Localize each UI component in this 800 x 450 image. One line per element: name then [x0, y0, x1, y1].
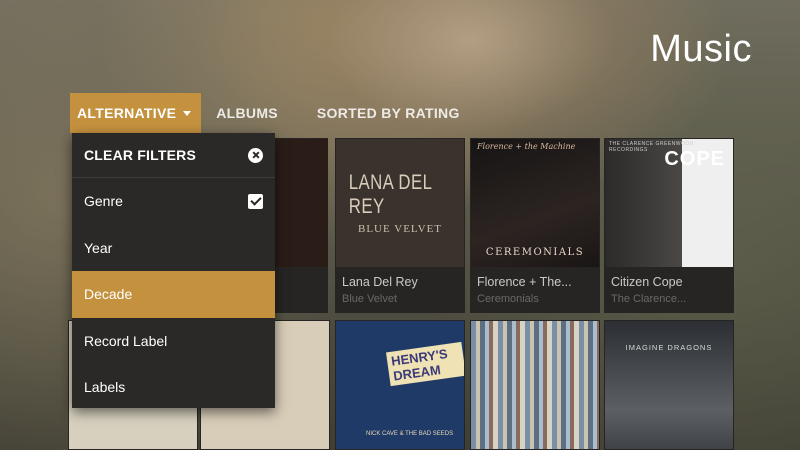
album-cover: IMAGINE DRAGONS — [605, 321, 733, 449]
menu-item-label: Year — [84, 239, 113, 256]
menu-item-label: Labels — [84, 379, 126, 396]
cover-text: BLUE VELVET — [357, 223, 443, 235]
album-card[interactable]: HENRY'S DREAM NICK CAVE & THE BAD SEEDS — [335, 320, 465, 450]
album-subtitle: Blue Velvet — [342, 293, 398, 305]
album-cover: HENRY'S DREAM NICK CAVE & THE BAD SEEDS — [336, 321, 464, 449]
album-title: Citizen Cope — [611, 275, 683, 289]
cover-text: Florence + the Machine — [477, 142, 576, 151]
cover-text: LANA DEL REY — [348, 171, 432, 218]
album-title: Lana Del Rey — [342, 275, 418, 289]
album-card[interactable]: IMAGINE DRAGONS — [604, 320, 734, 450]
album-cover: THE CLARENCE GREENWOOD RECORDINGS COPE — [605, 139, 733, 267]
cover-text: HENRY'S DREAM — [386, 341, 464, 387]
album-cover: LANA DEL REY BLUE VELVET — [336, 139, 464, 267]
menu-item-labels[interactable]: Labels — [72, 364, 275, 411]
cover-text: COPE — [664, 148, 725, 170]
sort-button[interactable]: SORTED BY RATING — [293, 93, 475, 133]
menu-item-year[interactable]: Year — [72, 225, 275, 272]
menu-item-label: Decade — [84, 286, 133, 303]
menu-item-record-label[interactable]: Record Label — [72, 318, 275, 365]
checkbox-checked-icon — [248, 193, 263, 209]
type-filter-button[interactable]: ALBUMS — [201, 93, 293, 133]
album-card[interactable]: LANA DEL REY BLUE VELVET Lana Del Rey Bl… — [335, 138, 465, 313]
menu-item-genre[interactable]: Genre — [72, 178, 275, 225]
filter-dropdown-menu: CLEAR FILTERS Genre Year Decade Record L… — [72, 133, 275, 408]
album-subtitle: The Clarence... — [611, 293, 687, 305]
close-circle-icon — [248, 147, 263, 163]
album-card[interactable] — [470, 320, 600, 450]
album-cover: Florence + the Machine CEREMONIALS — [471, 139, 599, 267]
cover-text: NICK CAVE & THE BAD SEEDS — [366, 431, 454, 437]
clear-filters-label: CLEAR FILTERS — [84, 147, 197, 163]
album-card[interactable]: Florence + the Machine CEREMONIALS Flore… — [470, 138, 600, 313]
clear-filters-button[interactable]: CLEAR FILTERS — [72, 133, 275, 178]
album-subtitle: Ceremonials — [477, 293, 539, 305]
album-cover — [471, 321, 599, 449]
cover-text: IMAGINE DRAGONS — [625, 343, 713, 352]
filter-bar: ALTERNATIVE ALBUMS SORTED BY RATING — [70, 93, 475, 133]
album-title: Florence + The... — [477, 275, 572, 289]
menu-item-label: Genre — [84, 193, 123, 210]
caret-down-icon — [183, 110, 192, 116]
genre-filter-label: ALTERNATIVE — [77, 105, 177, 121]
cover-text: CEREMONIALS — [485, 247, 585, 258]
genre-filter-dropdown[interactable]: ALTERNATIVE — [70, 93, 202, 133]
page-title: Music — [650, 28, 752, 70]
album-card[interactable]: THE CLARENCE GREENWOOD RECORDINGS COPE C… — [604, 138, 734, 313]
menu-item-decade[interactable]: Decade — [72, 271, 275, 318]
menu-item-label: Record Label — [84, 332, 168, 349]
